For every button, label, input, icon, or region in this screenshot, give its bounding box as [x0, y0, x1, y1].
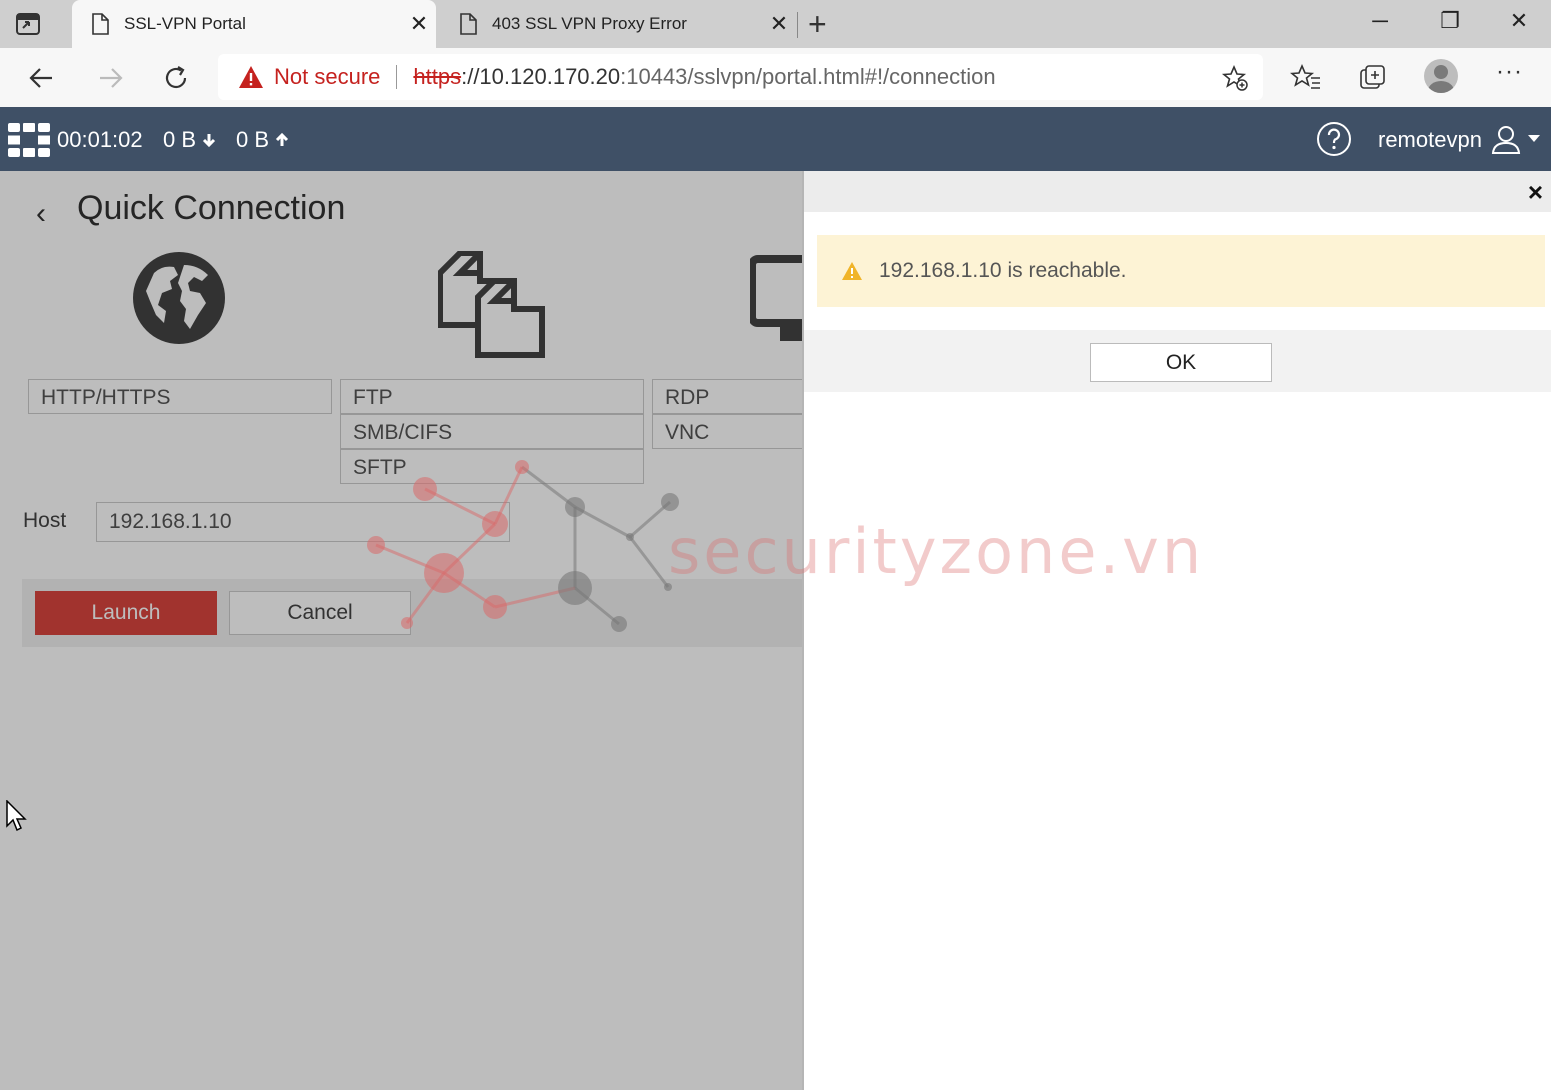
- bytes-up: 0 B: [236, 127, 270, 152]
- close-window-button[interactable]: ✕: [1499, 8, 1539, 34]
- mouse-cursor-icon: [6, 800, 27, 832]
- favorites-icon[interactable]: [1290, 62, 1322, 94]
- collections-icon[interactable]: [1357, 62, 1389, 94]
- tab-actions-icon[interactable]: [14, 11, 42, 37]
- warning-alert: 192.168.1.10 is reachable.: [817, 235, 1545, 307]
- browser-tab-strip: SSL-VPN Portal ✕ 403 SSL VPN Proxy Error…: [0, 0, 1551, 48]
- forward-arrow-icon[interactable]: [92, 60, 128, 96]
- panel-header: ×: [804, 171, 1551, 212]
- address-bar[interactable]: Not secure https://10.120.170.20:10443/s…: [218, 54, 1263, 100]
- url-path: :10443/sslvpn/portal.html#!/connection: [620, 64, 996, 89]
- profile-avatar[interactable]: [1424, 59, 1458, 93]
- username[interactable]: remotevpn: [1378, 127, 1482, 153]
- user-icon[interactable]: [1490, 123, 1522, 155]
- minimize-button[interactable]: ─: [1360, 8, 1400, 34]
- watermark-text: securityzone.vn: [668, 515, 1205, 588]
- security-status[interactable]: Not secure: [274, 64, 380, 90]
- tab-close-icon[interactable]: ✕: [402, 11, 436, 37]
- fortinet-logo-icon: [8, 123, 50, 157]
- tab-separator: [797, 12, 798, 38]
- tab-ssl-vpn-portal[interactable]: SSL-VPN Portal ✕: [72, 0, 436, 48]
- bytes-down: 0 B: [163, 127, 197, 152]
- user-menu-caret-icon[interactable]: [1528, 135, 1540, 142]
- url-divider: [396, 65, 398, 89]
- tab-title: 403 SSL VPN Proxy Error: [492, 14, 687, 33]
- tab-proxy-error[interactable]: 403 SSL VPN Proxy Error ✕: [440, 0, 796, 48]
- result-panel: × 192.168.1.10 is reachable. OK: [802, 171, 1551, 1090]
- portal-header: 00:01:02 0 B 0 B remotevpn: [0, 107, 1551, 171]
- upload-arrow-icon: [275, 132, 289, 146]
- browser-toolbar: Not secure https://10.120.170.20:10443/s…: [0, 48, 1551, 107]
- url-scheme: https: [413, 64, 462, 89]
- warning-icon: [239, 66, 263, 88]
- session-time: 00:01:02: [57, 127, 143, 152]
- url-host: ://10.120.170.20: [461, 64, 621, 89]
- help-icon[interactable]: [1316, 121, 1352, 157]
- ok-button[interactable]: OK: [1090, 343, 1272, 382]
- close-icon[interactable]: ×: [1528, 177, 1543, 208]
- back-arrow-icon[interactable]: [24, 60, 60, 96]
- tab-close-icon[interactable]: ✕: [762, 11, 796, 37]
- restore-button[interactable]: ❐: [1430, 8, 1470, 34]
- page-icon: [92, 13, 109, 35]
- watermark-network-icon: [367, 460, 679, 632]
- more-menu-icon[interactable]: ···: [1496, 58, 1523, 86]
- tab-title: SSL-VPN Portal: [124, 14, 246, 33]
- download-arrow-icon: [202, 134, 216, 148]
- add-favorite-icon[interactable]: [1221, 64, 1249, 92]
- reload-icon[interactable]: [158, 60, 194, 96]
- new-tab-button[interactable]: +: [808, 6, 827, 43]
- alert-triangle-icon: [842, 262, 862, 280]
- page-icon: [460, 13, 477, 35]
- alert-message: 192.168.1.10 is reachable.: [879, 259, 1127, 282]
